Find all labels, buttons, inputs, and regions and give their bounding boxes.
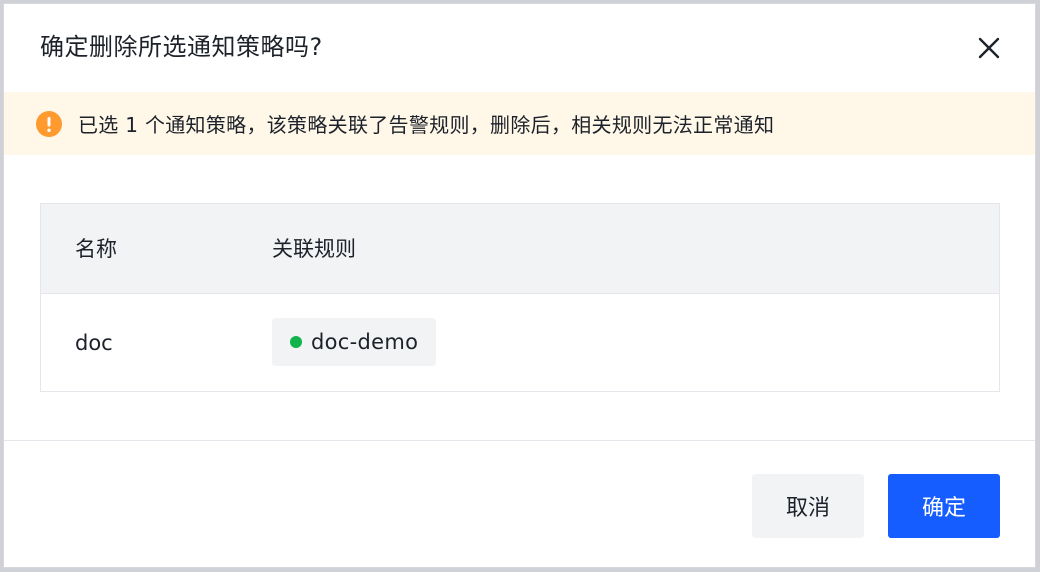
warning-circle-icon	[36, 110, 62, 137]
rule-tag[interactable]: doc-demo	[272, 318, 437, 366]
status-dot-icon	[290, 336, 302, 348]
close-button[interactable]	[975, 34, 1003, 62]
dialog-header: 确定删除所选通知策略吗?	[4, 4, 1035, 92]
policy-table: 名称 关联规则 doc doc-demo	[40, 203, 1000, 392]
footer-divider	[4, 440, 1035, 441]
column-header-name: 名称	[75, 237, 117, 261]
alert-message: 已选 1 个通知策略，该策略关联了告警规则，删除后，相关规则无法正常通知	[78, 113, 775, 137]
table-row: doc doc-demo	[41, 294, 999, 391]
policy-name-cell: doc	[75, 331, 113, 355]
dialog-title: 确定删除所选通知策略吗?	[40, 33, 323, 61]
table-header: 名称 关联规则	[41, 204, 999, 294]
column-header-rules: 关联规则	[272, 237, 356, 261]
close-icon	[978, 37, 1000, 59]
rule-tag-label: doc-demo	[311, 330, 419, 354]
delete-confirm-dialog: 确定删除所选通知策略吗? 已选 1 个通知策略，该策略关联了告警规则，删除后，相…	[3, 3, 1036, 568]
confirm-button[interactable]: 确定	[888, 474, 1000, 538]
cancel-button[interactable]: 取消	[752, 474, 864, 538]
warning-alert: 已选 1 个通知策略，该策略关联了告警规则，删除后，相关规则无法正常通知	[4, 92, 1035, 155]
